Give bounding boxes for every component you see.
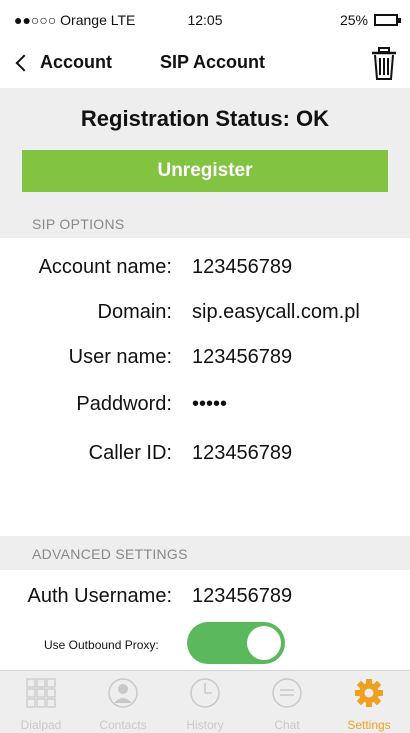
field-account-name[interactable]: Account name: 123456789 (0, 256, 410, 286)
field-user-name[interactable]: User name: 123456789 (0, 346, 410, 376)
tab-dialpad[interactable]: Dialpad (0, 671, 82, 733)
status-bar: ●●○○○ Orange LTE 12:05 25% (0, 0, 410, 40)
dialpad-icon (26, 678, 56, 708)
toggle-knob (247, 626, 281, 660)
tab-settings[interactable]: Settings (328, 671, 410, 733)
account-name-value[interactable]: 123456789 (192, 256, 292, 279)
page-title: SIP Account (160, 52, 266, 72)
battery-percent: 25% (339, 12, 368, 28)
tab-label: Contacts (99, 718, 147, 732)
field-caller-id[interactable]: Caller ID: 123456789 (0, 442, 410, 472)
caller-id-value[interactable]: 123456789 (192, 442, 292, 465)
registration-panel: Registration Status: OK Unregister SIP O… (0, 88, 410, 238)
advanced-settings-header: ADVANCED SETTINGS (32, 546, 188, 562)
outbound-proxy-toggle[interactable] (187, 622, 285, 664)
battery-icon (374, 14, 401, 26)
field-label: Auth Username: (27, 585, 172, 607)
tab-history[interactable]: History (164, 671, 246, 733)
tab-label: Chat (274, 718, 300, 732)
clock-icon (190, 678, 220, 708)
field-label: User name: (68, 346, 172, 368)
gear-icon (355, 679, 383, 707)
field-auth-username[interactable]: Auth Username: 123456789 (0, 585, 410, 615)
unregister-button[interactable]: Unregister (22, 150, 388, 192)
field-password[interactable]: Paddword: ••••• (0, 393, 410, 423)
tab-bar: Dialpad Contacts History Chat Settings (0, 670, 410, 733)
chat-icon (272, 678, 302, 708)
user-name-value[interactable]: 123456789 (192, 346, 292, 369)
field-label: Caller ID: (88, 442, 172, 464)
tab-chat[interactable]: Chat (246, 671, 328, 733)
nav-bar: Account SIP Account (0, 40, 410, 88)
chevron-left-icon (15, 54, 33, 71)
back-label: Account (40, 52, 112, 72)
contacts-icon (108, 678, 138, 708)
field-label: Domain: (97, 301, 172, 323)
sip-options-header: SIP OPTIONS (32, 216, 125, 232)
back-button[interactable]: Account (14, 52, 112, 73)
outbound-proxy-label: Use Outbound Proxy: (44, 638, 159, 652)
advanced-settings-band: ADVANCED SETTINGS (0, 536, 410, 570)
field-label: Account name: (38, 256, 172, 278)
field-label: Paddword: (76, 393, 172, 415)
tab-label: Dialpad (20, 718, 62, 732)
tab-label: Settings (347, 718, 391, 732)
tab-contacts[interactable]: Contacts (82, 671, 164, 733)
domain-value[interactable]: sip.easycall.com.pl (192, 301, 360, 324)
field-domain[interactable]: Domain: sip.easycall.com.pl (0, 301, 410, 331)
trash-icon[interactable] (370, 46, 398, 82)
auth-username-value[interactable]: 123456789 (192, 585, 292, 608)
registration-status: Registration Status: OK (80, 106, 330, 131)
battery-indicator: 25% (339, 12, 401, 28)
tab-label: History (186, 718, 224, 732)
password-value[interactable]: ••••• (192, 393, 227, 416)
